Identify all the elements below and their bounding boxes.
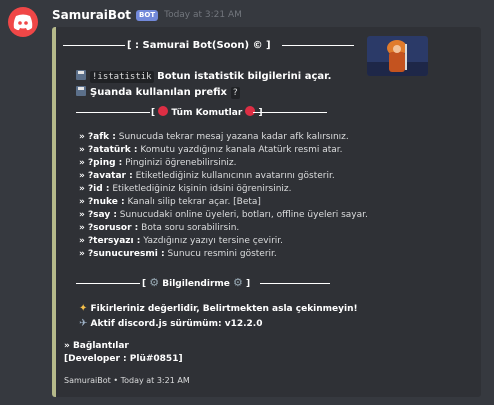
stats-line: !istatistik Botun istatistik bilgilerini… — [76, 70, 331, 84]
command-item: » ?avatar : Etiketlediğiniz kullanıcının… — [79, 170, 335, 183]
command-name: » ?atatürk : — [79, 145, 138, 155]
message-timestamp[interactable]: Today at 3:21 AM — [164, 10, 242, 20]
dizzy-star-icon: ✦ — [79, 303, 88, 314]
command-item: » ?atatürk : Komutu yazdığınız kanala At… — [79, 144, 343, 157]
command-item: » ?say : Sunucudaki online üyeleri, botl… — [79, 209, 368, 222]
command-name: » ?sorusor : — [79, 223, 139, 233]
title-rule-right — [282, 45, 354, 46]
info-header-label: Bilgilendirme — [162, 279, 230, 289]
author-name[interactable]: SamuraiBot — [52, 8, 131, 22]
stats-text: Botun istatistik bilgilerini açar. — [157, 71, 332, 82]
command-desc: Pinginizi öğrenebilirsiniz. — [125, 158, 237, 168]
bot-avatar[interactable] — [8, 7, 38, 37]
command-item: » ?afk : Sunucuda tekrar mesaj yazana ka… — [79, 131, 349, 144]
info-ideas-text: Fikirleriniz değerlidir, Belirtmekten as… — [90, 304, 358, 314]
info-header: [ ⚙ Bilgilendirme ⚙ ] — [142, 276, 251, 289]
command-item: » ?ping : Pinginizi öğrenebilirsiniz. — [79, 157, 237, 170]
command-name: » ?afk : — [79, 132, 116, 142]
commands-header-label: Tüm Komutlar — [171, 108, 243, 118]
bot-badge: BOT — [136, 9, 159, 21]
command-item: » ?nuke : Kanalı silip tekrar açar. [Bet… — [79, 196, 261, 209]
floppy-disk-icon — [76, 86, 86, 96]
gear-icon: ⚙ — [149, 276, 160, 289]
command-item: » ?id : Etiketlediğiniz kişinin idsini ö… — [79, 183, 292, 196]
prefix-text: Şuanda kullanılan prefix — [90, 87, 228, 98]
airplane-icon: ✈ — [79, 318, 88, 329]
info-version-text: Aktif discord.js sürümüm: v12.2.0 — [90, 319, 263, 329]
command-desc: Sunucuda tekrar mesaj yazana kadar afk k… — [118, 132, 349, 142]
command-desc: Etiketlediğiniz kullanıcının avatarını g… — [135, 171, 335, 181]
command-name: » ?ping : — [79, 158, 123, 168]
command-desc: Yazdığınız yazıyı tersine çevirir. — [143, 236, 284, 246]
command-item: » ?sunucuresmi : Sunucu resmini gösterir… — [79, 248, 277, 261]
command-desc: Sunucu resmini gösterir. — [167, 249, 277, 259]
links-header: » Bağlantılar — [64, 341, 129, 351]
command-desc: Sunucudaki online üyeleri, botları, offl… — [119, 210, 368, 220]
developer-line: [Developer : Plü#0851] — [64, 354, 183, 364]
floppy-disk-icon — [76, 70, 86, 80]
command-desc: Etiketlediğiniz kişinin idsini öğrenirsi… — [112, 184, 292, 194]
command-name: » ?id : — [79, 184, 110, 194]
embed-thumbnail[interactable] — [367, 36, 428, 76]
command-desc: Bota soru sorabilirsin. — [141, 223, 240, 233]
command-item: » ?sorusor : Bota soru sorabilirsin. — [79, 222, 239, 235]
embed: [ : Samurai Bot(Soon) © ] !istatistik Bo… — [52, 27, 481, 397]
message-header: SamuraiBot BOT Today at 3:21 AM — [52, 7, 242, 23]
command-name: » ?nuke : — [79, 197, 125, 207]
command-name: » ?sunucuresmi : — [79, 249, 165, 259]
title-rule-left — [63, 45, 125, 46]
gear-icon: ⚙ — [233, 276, 243, 289]
info-line-version: ✈ Aktif discord.js sürümüm: v12.2.0 — [79, 317, 262, 331]
command-desc: Kanalı silip tekrar açar. [Beta] — [127, 197, 261, 207]
command-name: » ?avatar : — [79, 171, 133, 181]
info-rule-left — [76, 283, 140, 284]
command-name: » ?tersyazı : — [79, 236, 141, 246]
red-circle-icon — [158, 106, 169, 116]
info-line-ideas: ✦ Fikirleriniz değerlidir, Belirtmekten … — [79, 302, 358, 316]
command-desc: Komutu yazdığınız kanala Atatürk resmi a… — [140, 145, 343, 155]
commands-header: [ Tüm Komutlar ] — [151, 106, 263, 118]
info-rule-right — [260, 283, 330, 284]
embed-title: [ : Samurai Bot(Soon) © ] — [127, 40, 271, 51]
samurai-thumbnail-image — [367, 36, 428, 76]
commands-rule-right — [253, 112, 327, 113]
prefix-value: ? — [230, 87, 240, 99]
red-circle-icon — [245, 106, 256, 116]
prefix-line: Şuanda kullanılan prefix ? — [76, 86, 240, 100]
stats-command: !istatistik — [90, 71, 154, 83]
commands-rule-left — [76, 112, 150, 113]
discord-logo-icon — [13, 14, 33, 30]
command-item: » ?tersyazı : Yazdığınız yazıyı tersine … — [79, 235, 283, 248]
command-name: » ?say : — [79, 210, 117, 220]
embed-footer: SamuraiBot • Today at 3:21 AM — [64, 376, 190, 385]
